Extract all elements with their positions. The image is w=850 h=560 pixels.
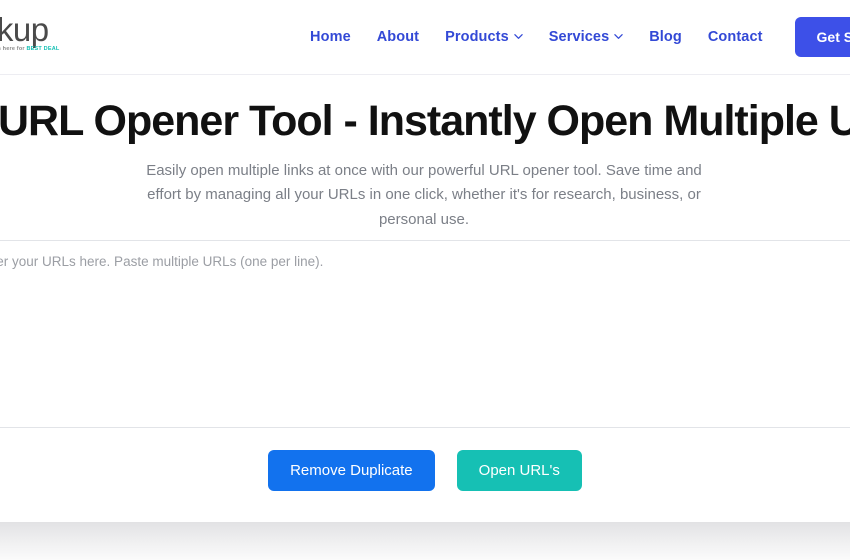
nav-item-about[interactable]: About (377, 29, 419, 45)
chevron-down-icon (514, 32, 523, 41)
nav-item-products-label: Products (445, 29, 509, 45)
action-buttons: Remove Duplicate Open URL's (0, 450, 850, 491)
logo-tagline-prefix: search here for (0, 46, 25, 52)
header-inner: okup search here for BEST DEAL Home Abou… (0, 0, 850, 74)
nav-item-services-label: Services (548, 29, 610, 45)
hero-subtitle: Easily open multiple links at once with … (146, 162, 702, 228)
get-started-button[interactable]: Get Started (794, 17, 850, 57)
site-logo[interactable]: okup search here for BEST DEAL (0, 10, 66, 62)
url-tool-panel: Remove Duplicate Open URL's (0, 240, 850, 491)
nav-item-contact-label: Contact (707, 29, 763, 45)
open-urls-button[interactable]: Open URL's (456, 450, 582, 491)
hero-section: URL Opener Tool - Instantly Open Multipl… (0, 75, 850, 232)
panel-bottom-divider (0, 427, 850, 428)
chevron-down-icon (614, 32, 623, 41)
nav-item-products[interactable]: Products (445, 29, 523, 45)
nav-item-home[interactable]: Home (310, 29, 351, 45)
remove-duplicate-button[interactable]: Remove Duplicate (268, 450, 435, 491)
logo-wordmark: okup (0, 11, 49, 48)
nav-item-about-label: About (376, 29, 420, 45)
nav-item-blog-label: Blog (649, 29, 682, 45)
nav-item-blog[interactable]: Blog (649, 29, 682, 45)
footer-band (0, 522, 850, 560)
nav-item-contact[interactable]: Contact (708, 29, 763, 45)
nav-item-services[interactable]: Services (549, 29, 623, 45)
url-input-textarea[interactable] (0, 241, 850, 427)
logo-tagline-accent: BEST DEAL (26, 46, 60, 52)
main-navigation: Home About Products Services Blog Contac… (310, 0, 850, 74)
logo-tagline: search here for BEST DEAL (0, 46, 59, 52)
page-title: URL Opener Tool - Instantly Open Multipl… (0, 97, 850, 145)
site-header: okup search here for BEST DEAL Home Abou… (0, 0, 850, 75)
nav-item-home-label: Home (310, 29, 351, 45)
